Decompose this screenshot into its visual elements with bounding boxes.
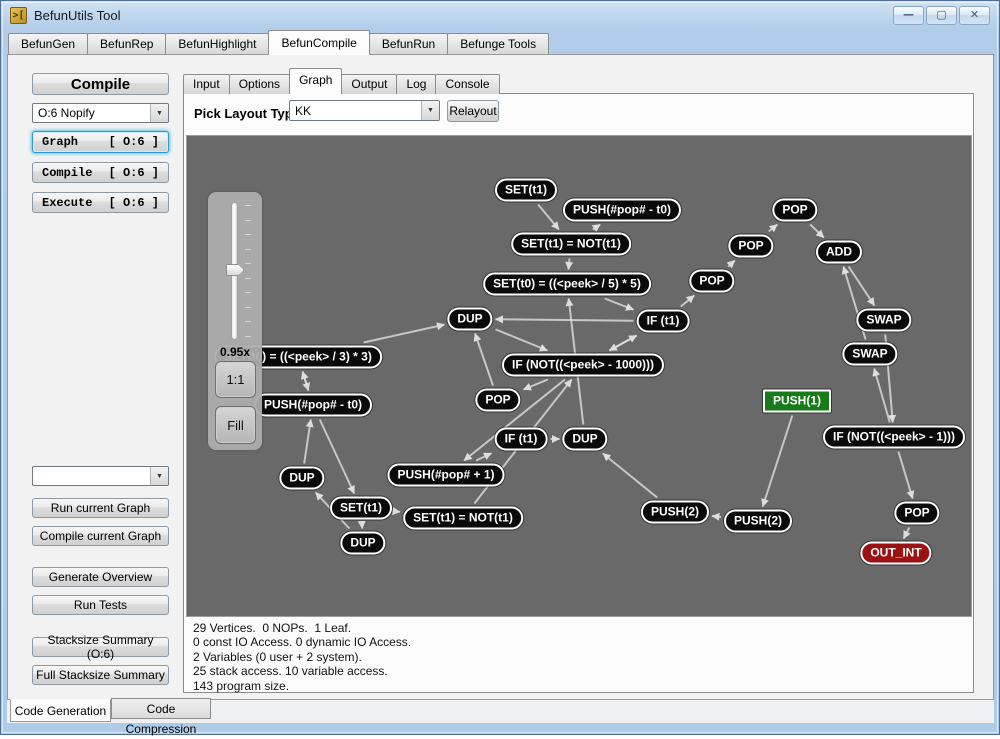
graph-node-push-1-15[interactable]: PUSH(1)	[763, 390, 831, 413]
zoom-slider-thumb[interactable]	[226, 264, 244, 276]
graph-node-out-int-28[interactable]: OUT_INT	[860, 542, 931, 565]
window-title: BefunUtils Tool	[34, 8, 120, 23]
stacksize-summary-button[interactable]: Stacksize Summary (O:6)	[32, 637, 169, 657]
zoom-fill-button[interactable]: Fill	[215, 406, 256, 444]
graph-node-push-2-24[interactable]: PUSH(2)	[641, 501, 709, 524]
tab-output[interactable]: Output	[341, 74, 397, 94]
tab-input[interactable]: Input	[183, 74, 230, 94]
graph-node-set-t1-0[interactable]: SET(t1)	[495, 179, 557, 202]
zoom-one-to-one-button[interactable]: 1:1	[215, 361, 256, 398]
tab-console[interactable]: Console	[435, 74, 499, 94]
optimization-dropdown[interactable]: O:6 Nopify ▼	[32, 103, 169, 123]
graph-statistics: 29 Vertices. 0 NOPs. 1 Leaf. 0 const IO …	[193, 621, 411, 693]
app-window: >[ BefunUtils Tool — ▢ ✕ BefunGenBefunRe…	[0, 0, 1000, 735]
graph-node-if-not-peek-1-19[interactable]: IF (NOT((<peek> - 1)))	[823, 426, 965, 449]
execute-scope-button-scope: [ O:6 ]	[109, 196, 159, 210]
stat-program-size: 143 program size.	[193, 679, 411, 693]
graph-node-dup-18[interactable]: DUP	[562, 428, 607, 451]
graph-tab-page: Pick Layout Type KK ▼ Relayout SET(t1) PU…	[183, 93, 974, 693]
chevron-down-icon: ▼	[150, 104, 168, 122]
compile-current-graph-button[interactable]: Compile current Graph	[32, 526, 169, 546]
chevron-down-icon: ▼	[421, 101, 439, 120]
stat-variables: 2 Variables (0 user + 2 system).	[193, 650, 411, 664]
tab-befuncompile[interactable]: BefunCompile	[268, 30, 369, 55]
stat-io-access: 0 const IO Access. 0 dynamic IO Access.	[193, 635, 411, 649]
tab-graph[interactable]: Graph	[289, 68, 342, 94]
graph-node-dup-21[interactable]: DUP	[279, 467, 324, 490]
graph-node-swap-10[interactable]: SWAP	[856, 309, 911, 332]
compile-scope-button-label: Compile	[42, 166, 92, 180]
compile-button[interactable]: Compile	[32, 73, 169, 95]
graph-node-pop-2[interactable]: POP	[772, 199, 817, 222]
graph-node-push-pop-1-20[interactable]: PUSH(#pop# + 1)	[387, 464, 504, 487]
optimization-dropdown-value: O:6 Nopify	[33, 106, 150, 120]
graph-node-pop-14[interactable]: POP	[475, 389, 520, 412]
graph-node-pop-26[interactable]: POP	[894, 502, 939, 525]
graph-node-pop-4[interactable]: POP	[728, 235, 773, 258]
tab-code-compression[interactable]: Code Compression	[111, 698, 211, 719]
run-current-graph-button[interactable]: Run current Graph	[32, 498, 169, 518]
tab-befunrep[interactable]: BefunRep	[87, 33, 166, 55]
graph-scope-button[interactable]: Graph [ O:6 ]	[32, 131, 169, 153]
pick-layout-type-label: Pick Layout Type	[194, 106, 300, 121]
tab-befunhighlight[interactable]: BefunHighlight	[165, 33, 269, 55]
graph-node-set-t1-22[interactable]: SET(t1)	[330, 497, 392, 520]
execute-scope-button-label: Execute	[42, 196, 92, 210]
tab-code-generation[interactable]: Code Generation	[10, 699, 111, 722]
close-button[interactable]: ✕	[959, 6, 990, 25]
graph-canvas[interactable]: SET(t1) PUSH(#pop# - t0) POP SET(t1) = NOT(…	[186, 135, 972, 617]
zoom-panel: 0.95x 1:1 Fill	[208, 192, 262, 450]
graph-node-pop-6[interactable]: POP	[689, 270, 734, 293]
secondary-dropdown[interactable]: ▼	[32, 466, 169, 486]
graph-scope-button-scope: [ O:6 ]	[109, 135, 159, 149]
compile-scope-button[interactable]: Compile [ O:6 ]	[32, 162, 169, 183]
tab-befunge-tools[interactable]: Befunge Tools	[447, 33, 549, 55]
relayout-button[interactable]: Relayout	[447, 100, 499, 122]
befuncompile-page: Compile O:6 Nopify ▼ Graph [ O:6 ] Compi…	[7, 54, 994, 700]
graph-node-push-pop-t0-1[interactable]: PUSH(#pop# - t0)	[563, 199, 681, 222]
graph-node-add-5[interactable]: ADD	[816, 241, 862, 264]
graph-scope-button-label: Graph	[42, 135, 78, 149]
inner-tabstrip: InputOptionsGraphOutputLogConsole	[183, 69, 499, 94]
zoom-slider-ticks	[245, 205, 253, 337]
titlebar[interactable]: >[ BefunUtils Tool — ▢ ✕	[1, 1, 999, 29]
layout-type-dropdown-value: KK	[290, 104, 421, 118]
compile-scope-button-scope: [ O:6 ]	[109, 166, 159, 180]
generate-overview-button[interactable]: Generate Overview	[32, 567, 169, 587]
graph-node-push-pop-t0-16[interactable]: PUSH(#pop# - t0)	[254, 394, 372, 417]
bottom-tabstrip: Code GenerationCode Compression	[7, 700, 994, 723]
graph-node-dup-8[interactable]: DUP	[447, 308, 492, 331]
tab-log[interactable]: Log	[396, 74, 436, 94]
stat-access: 25 stack access. 10 variable access.	[193, 664, 411, 678]
main-tabstrip: BefunGenBefunRepBefunHighlightBefunCompi…	[8, 32, 548, 55]
graph-node-if-t1-9[interactable]: IF (t1)	[637, 310, 690, 333]
run-tests-button[interactable]: Run Tests	[32, 595, 169, 615]
maximize-button[interactable]: ▢	[926, 6, 957, 25]
layout-type-dropdown[interactable]: KK ▼	[289, 100, 440, 121]
graph-node-set-t1-not-t1-23[interactable]: SET(t1) = NOT(t1)	[403, 507, 523, 530]
graph-node-dup-27[interactable]: DUP	[340, 532, 385, 555]
app-icon: >[	[10, 7, 27, 24]
graph-node-push-2-25[interactable]: PUSH(2)	[724, 510, 792, 533]
execute-scope-button[interactable]: Execute [ O:6 ]	[32, 192, 169, 213]
minimize-button[interactable]: —	[893, 6, 924, 25]
tab-befunrun[interactable]: BefunRun	[369, 33, 448, 55]
graph-node-set-t1-not-t1-3[interactable]: SET(t1) = NOT(t1)	[511, 233, 631, 256]
graph-node-swap-11[interactable]: SWAP	[842, 343, 897, 366]
tab-options[interactable]: Options	[229, 74, 290, 94]
graph-node-set-t0-peek-5-5-7[interactable]: SET(t0) = ((<peek> / 5) * 5)	[483, 273, 651, 296]
tab-befungen[interactable]: BefunGen	[8, 33, 88, 55]
graph-node-if-t1-17[interactable]: IF (t1)	[495, 428, 548, 451]
stat-vertices: 29 Vertices. 0 NOPs. 1 Leaf.	[193, 621, 411, 635]
graph-node-if-not-peek-1000-13[interactable]: IF (NOT((<peek> - 1000)))	[502, 354, 664, 377]
zoom-scale-label: 0.95x	[208, 345, 262, 359]
full-stacksize-summary-button[interactable]: Full Stacksize Summary	[32, 665, 169, 685]
chevron-down-icon: ▼	[150, 467, 168, 485]
